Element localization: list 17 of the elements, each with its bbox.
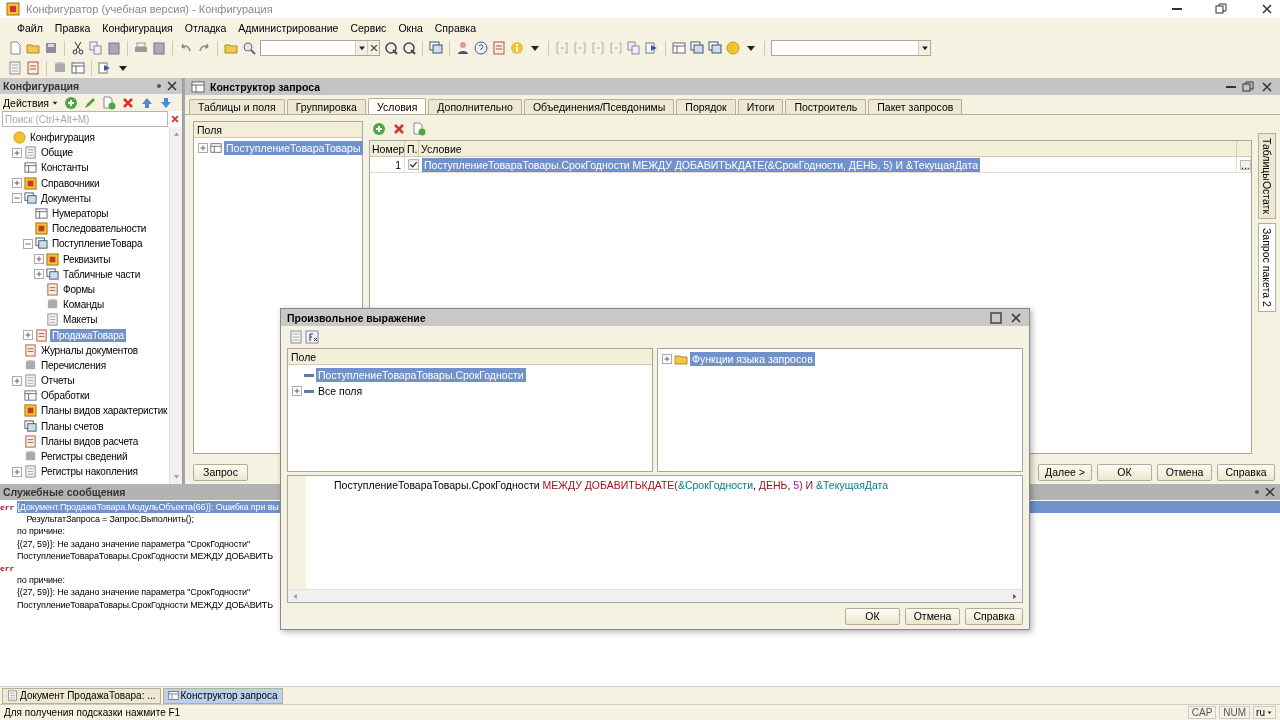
expression-text: ПоступлениеТовараТовары.СрокГодности МЕЖДУ ДОБАВИТЬКДАТЕ(&СрокГодности, ДЕНЬ, 5) И &ТекущаяДата <box>334 479 889 491</box>
table-cell: 1 <box>395 158 401 171</box>
dialog-title: Произвольное выражение <box>287 311 426 324</box>
column-header: Поля <box>197 123 222 136</box>
panel-title: Конфигурация <box>3 80 80 92</box>
panel-title: Служебные сообщения <box>3 486 126 498</box>
column-header: Номер <box>372 142 404 155</box>
error-marker: err <box>0 502 15 512</box>
key-indicator: CAP <box>1187 706 1217 719</box>
window-title: Конструктор запроса <box>210 80 321 93</box>
column-header: П. <box>407 142 418 155</box>
column-header: Поле <box>291 350 317 363</box>
window-title: Конфигуратор (учебная версия) - Конфигурация <box>26 3 273 15</box>
status-hint: Для получения подсказки нажмите F1 <box>4 707 181 718</box>
column-header: Условие <box>421 142 462 155</box>
key-indicator: NUM <box>1219 706 1251 719</box>
error-marker: err <box>0 563 15 573</box>
